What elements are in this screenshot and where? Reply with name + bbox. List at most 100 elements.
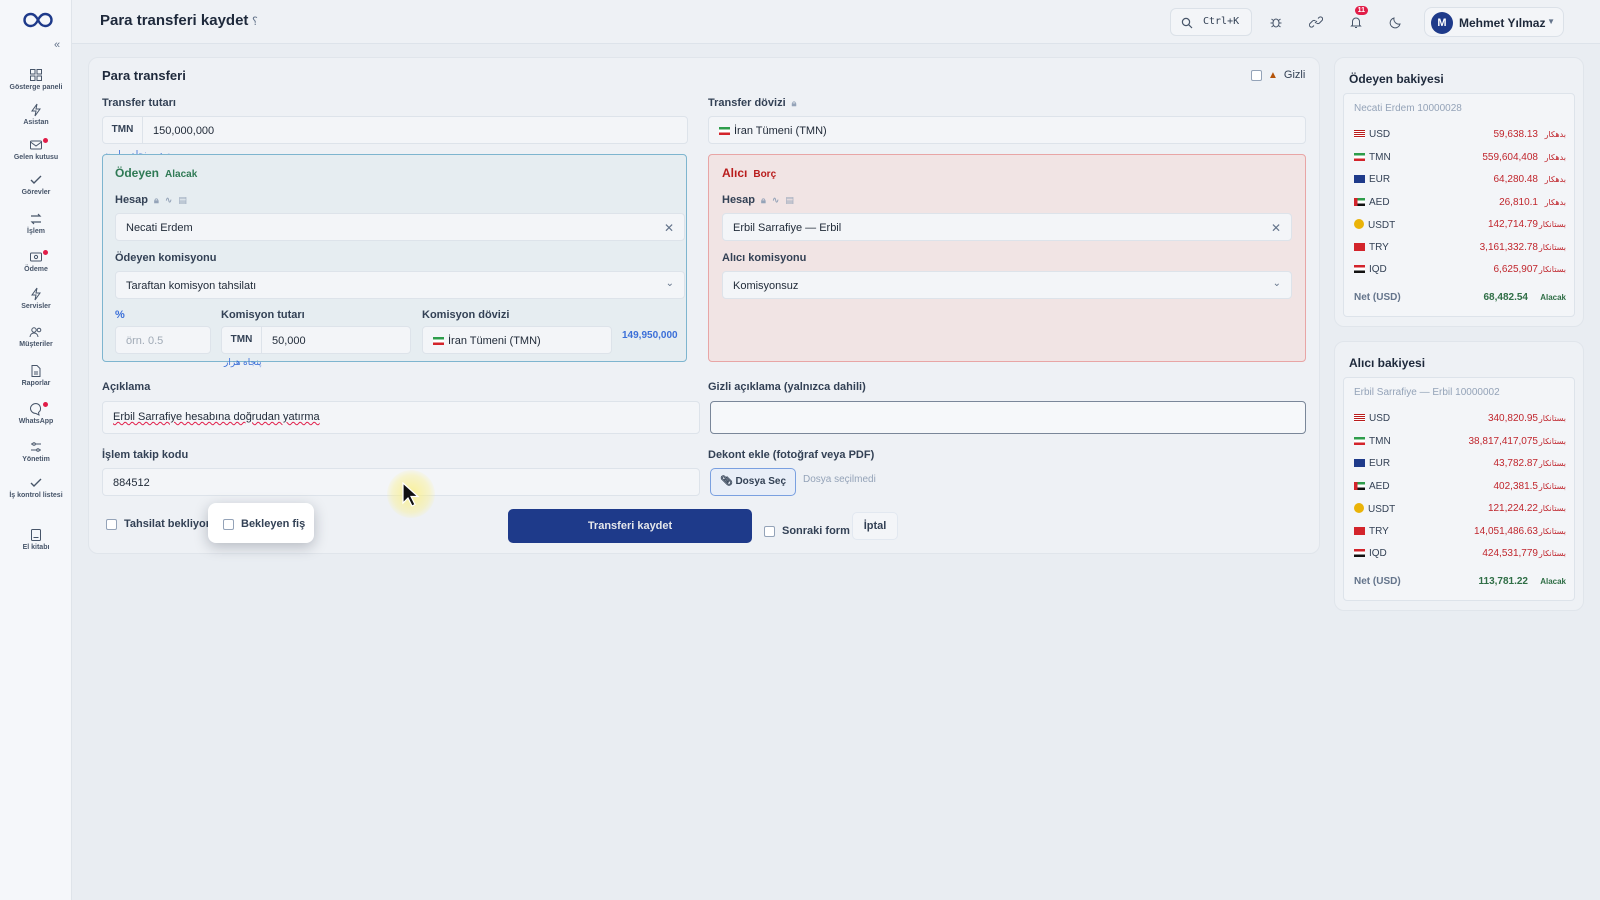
eu-flag-icon bbox=[1354, 459, 1365, 467]
us-flag-icon bbox=[1354, 414, 1365, 422]
clear-icon[interactable]: ✕ bbox=[664, 221, 674, 235]
receiver-commission-select[interactable]: Komisyonsuz ⌄ bbox=[722, 271, 1292, 299]
sidebar-item-label: Raporlar bbox=[21, 380, 51, 387]
sidebar-item-checklist[interactable]: İş kontrol listesi bbox=[4, 476, 68, 510]
payer-net-row: Net (USD) 68,482.54 Alacak bbox=[1354, 292, 1566, 303]
awaiting-collection-toggle[interactable]: Tahsilat bekliyor bbox=[106, 518, 210, 530]
receiver-balance-account: Erbil Sarrafiye — Erbil 10000002 bbox=[1354, 387, 1500, 398]
bug-report-button[interactable] bbox=[1262, 8, 1290, 36]
pending-receipt-toggle[interactable]: Bekleyen fiş bbox=[223, 518, 305, 530]
clear-icon[interactable]: ✕ bbox=[1271, 221, 1281, 235]
bug-icon bbox=[1270, 18, 1282, 28]
commission-currency-prefix: TMN bbox=[222, 327, 262, 353]
sidebar-item-label: Müşteriler bbox=[19, 341, 53, 348]
sidebar-item-label: Asistan bbox=[23, 119, 49, 126]
payer-title: Ödeyen Alacak bbox=[115, 166, 198, 180]
choose-file-button[interactable]: 📎︎ Dosya Seç bbox=[710, 468, 796, 496]
document-icon[interactable]: ▤ bbox=[178, 195, 187, 205]
chevron-down-icon: ▼ bbox=[1547, 17, 1555, 26]
search-button[interactable]: Ctrl+K bbox=[1170, 8, 1252, 36]
document-icon[interactable]: ▤ bbox=[785, 195, 794, 205]
commission-currency-select[interactable]: İran Tümeni (TMN) bbox=[422, 326, 612, 354]
lightning-icon bbox=[31, 103, 41, 117]
payer-commission-select[interactable]: Taraftan komisyon tahsilatı ⌄ bbox=[115, 271, 685, 299]
balance-row: USD 59,638.13 بدهکار bbox=[1354, 129, 1566, 143]
sidebar-item-dashboard[interactable]: Gösterge paneli bbox=[4, 68, 68, 102]
user-menu[interactable]: M Mehmet Yılmaz ▼ bbox=[1424, 7, 1564, 37]
next-form-checkbox[interactable] bbox=[764, 525, 775, 537]
balance-row: EUR 43,782.87 بستانکار bbox=[1354, 458, 1566, 472]
notifications-button[interactable]: 11 bbox=[1342, 6, 1370, 36]
lock-icon: 🔒︎ bbox=[154, 195, 159, 205]
help-icon[interactable]: ؟ bbox=[252, 15, 258, 28]
activity-icon[interactable]: ∿ bbox=[772, 195, 780, 205]
sidebar-item-assistant[interactable]: Asistan bbox=[4, 103, 68, 137]
payer-balance-account: Necati Erdem 10000028 bbox=[1354, 103, 1462, 114]
sidebar-item-services[interactable]: Servisler bbox=[4, 287, 68, 321]
collapse-sidebar-icon[interactable]: « bbox=[50, 38, 64, 52]
app-logo[interactable] bbox=[22, 10, 54, 30]
pending-receipt-checkbox[interactable] bbox=[223, 518, 234, 530]
activity-icon[interactable]: ∿ bbox=[165, 195, 173, 205]
unread-dot bbox=[43, 402, 48, 407]
sidebar-item-transaction[interactable]: İşlem bbox=[4, 212, 68, 246]
sidebar-item-management[interactable]: Yönetim bbox=[4, 440, 68, 474]
notification-badge: 11 bbox=[1354, 6, 1368, 15]
dashboard-icon bbox=[30, 69, 42, 81]
commission-amount-label: Komisyon tutarı bbox=[221, 309, 305, 321]
payer-commission-value: Taraftan komisyon tahsilatı bbox=[126, 280, 257, 292]
next-form-toggle[interactable]: Sonraki form bbox=[764, 525, 850, 537]
transfer-currency-label: Transfer dövizi 🔒︎ bbox=[708, 97, 797, 109]
commission-amount-value: 50,000 bbox=[272, 335, 306, 347]
payer-commission-label: Ödeyen komisyonu bbox=[115, 252, 217, 264]
tracking-value: 884512 bbox=[113, 477, 150, 489]
link-button[interactable] bbox=[1302, 8, 1330, 36]
sidebar-item-reports[interactable]: Raporlar bbox=[4, 364, 68, 398]
search-icon bbox=[1181, 17, 1193, 29]
cancel-button[interactable]: İptal bbox=[852, 512, 898, 540]
sidebar-item-label: Servisler bbox=[21, 303, 51, 310]
balance-row: AED 26,810.1 بدهکار bbox=[1354, 197, 1566, 211]
search-shortcut: Ctrl+K bbox=[1203, 16, 1240, 27]
description-textarea[interactable]: Erbil Sarrafiye hesabına doğrudan yatırm… bbox=[102, 401, 700, 434]
sidebar-item-inbox[interactable]: Gelen kutusu bbox=[4, 138, 68, 172]
page-title: Para transferi kaydet bbox=[100, 12, 249, 29]
commission-amount-input[interactable]: TMN 50,000 bbox=[221, 326, 411, 354]
payer-account-select[interactable]: Necati Erdem ✕ bbox=[115, 213, 685, 241]
receiver-account-value: Erbil Sarrafiye — Erbil bbox=[733, 222, 842, 234]
transfer-currency-select[interactable]: İran Tümeni (TMN) bbox=[708, 116, 1306, 144]
sidebar-item-customers[interactable]: Müşteriler bbox=[4, 325, 68, 359]
balance-row: IQD 424,531,779 بستانکار bbox=[1354, 548, 1566, 562]
receiver-balance-card: Alıcı bakiyesi Erbil Sarrafiye — Erbil 1… bbox=[1334, 341, 1584, 611]
iraq-flag-icon bbox=[1354, 265, 1365, 273]
percent-input[interactable]: örn. 0.5 bbox=[115, 326, 211, 354]
receiver-balance-title: Alıcı bakiyesi bbox=[1349, 356, 1426, 370]
commission-currency-label: Komisyon dövizi bbox=[422, 309, 510, 321]
sidebar-item-tasks[interactable]: Görevler bbox=[4, 173, 68, 207]
avatar: M bbox=[1431, 12, 1453, 34]
turkey-flag-icon bbox=[1354, 243, 1365, 251]
receiver-account-select[interactable]: Erbil Sarrafiye — Erbil ✕ bbox=[722, 213, 1292, 241]
us-flag-icon bbox=[1354, 130, 1365, 138]
receiver-balance-list: Erbil Sarrafiye — Erbil 10000002 USD 340… bbox=[1343, 377, 1575, 601]
theme-toggle-button[interactable] bbox=[1382, 8, 1410, 36]
balance-row: USD 340,820.95 بستانکار bbox=[1354, 413, 1566, 427]
form-title: Para transferi bbox=[102, 68, 186, 83]
hidden-toggle[interactable]: ▲ Gizli bbox=[1251, 69, 1305, 81]
hidden-checkbox[interactable] bbox=[1251, 69, 1262, 81]
hidden-description-textarea[interactable] bbox=[710, 401, 1306, 434]
amount-input[interactable]: TMN 150,000,000 bbox=[102, 116, 688, 144]
payer-account-label: Hesap 🔒︎ ∿ ▤ bbox=[115, 194, 187, 206]
receiver-title: Alıcı Borç bbox=[722, 166, 777, 180]
awaiting-collection-checkbox[interactable] bbox=[106, 518, 117, 530]
chevron-down-icon: ⌄ bbox=[665, 278, 674, 289]
save-transfer-button[interactable]: Transferi kaydet bbox=[508, 509, 752, 543]
sidebar-item-label: Gelen kutusu bbox=[13, 154, 59, 161]
description-value: Erbil Sarrafiye hesabına doğrudan yatırm… bbox=[113, 411, 320, 423]
sidebar-item-handbook[interactable]: El kitabı bbox=[4, 528, 68, 562]
balance-row: IQD 6,625,907 بستانکار bbox=[1354, 264, 1566, 278]
sidebar-item-whatsapp[interactable]: WhatsApp bbox=[4, 402, 68, 436]
no-file-text: Dosya seçilmedi bbox=[803, 474, 876, 485]
tracking-label: İşlem takip kodu bbox=[102, 449, 189, 461]
sidebar-item-payment[interactable]: Ödeme bbox=[4, 250, 68, 284]
